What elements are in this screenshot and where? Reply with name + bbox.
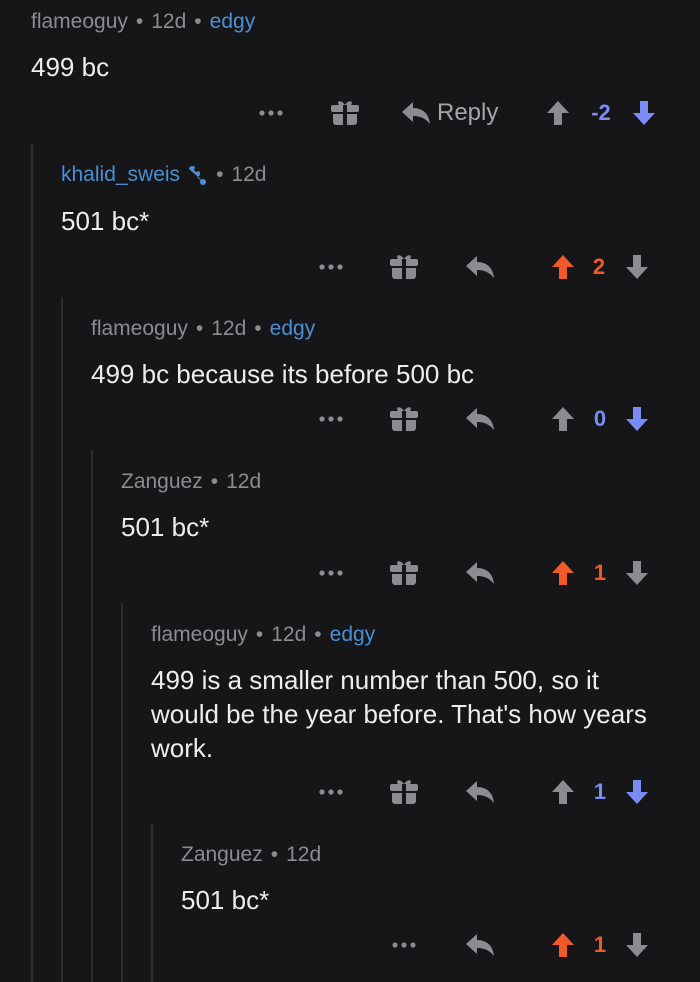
comment-age: 12d xyxy=(286,843,322,866)
thread-line-4[interactable] xyxy=(121,603,123,982)
reply-icon[interactable] xyxy=(465,556,495,590)
comment-author[interactable]: Zanguez xyxy=(121,470,203,494)
gift-icon[interactable] xyxy=(389,556,419,590)
user-flair: edgy xyxy=(209,10,256,33)
comment-body: 501 bc* xyxy=(181,885,270,915)
vote-score: 1 xyxy=(593,932,607,957)
downvote-icon[interactable] xyxy=(625,928,649,962)
comment-actions: 2 xyxy=(61,250,700,284)
reply-arrow-icon xyxy=(402,102,430,124)
reply-icon[interactable] xyxy=(465,402,495,436)
gift-icon[interactable] xyxy=(389,250,419,284)
comment: flameoguy • 12d • edgy 499 is a smaller … xyxy=(151,623,700,813)
comment: khalid_sweis • 12d 501 bc* 2 xyxy=(61,163,700,283)
meta-separator: • xyxy=(216,163,224,186)
thread-line-3[interactable] xyxy=(91,450,93,982)
upvote-icon[interactable] xyxy=(546,96,570,130)
meta-separator: • xyxy=(255,623,264,646)
comment-actions: 1 xyxy=(151,775,700,809)
downvote-icon[interactable] xyxy=(625,775,649,809)
meta-separator: • xyxy=(195,317,204,340)
meta-separator: • xyxy=(270,843,279,866)
comment: Zanguez • 12d 501 bc* 1 xyxy=(181,843,700,973)
reply-label: Reply xyxy=(437,99,499,126)
downvote-icon[interactable] xyxy=(625,556,649,590)
thread-line-1[interactable] xyxy=(31,143,33,982)
meta-separator: • xyxy=(210,470,219,493)
vote-score: -2 xyxy=(591,100,611,125)
upvote-icon[interactable] xyxy=(551,775,575,809)
meta-separator: • xyxy=(135,10,144,33)
wrench-icon xyxy=(186,164,208,186)
comment-meta: Zanguez • 12d xyxy=(181,843,321,867)
comment-meta: flameoguy • 12d • edgy xyxy=(151,623,375,647)
comment-age: 12d xyxy=(211,317,247,340)
vote-score: 2 xyxy=(592,254,606,279)
comment-body: 499 bc xyxy=(31,52,110,82)
reply-button[interactable]: Reply xyxy=(401,96,498,130)
comment-author[interactable]: flameoguy xyxy=(151,623,248,647)
more-options-icon[interactable] xyxy=(316,775,346,809)
comment-age: 12d xyxy=(226,470,262,493)
gift-icon[interactable] xyxy=(389,402,419,436)
comment-age: 12d xyxy=(151,10,187,33)
gift-icon[interactable] xyxy=(389,775,419,809)
reply-icon[interactable] xyxy=(465,928,495,962)
comment: flameoguy • 12d • edgy 499 bc Reply -2 xyxy=(31,10,700,130)
comment-author[interactable]: khalid_sweis xyxy=(61,163,180,187)
comment-actions: Reply -2 xyxy=(31,96,700,130)
vote-score: 1 xyxy=(593,560,607,585)
more-options-icon[interactable] xyxy=(389,928,419,962)
thread-line-2[interactable] xyxy=(61,297,63,982)
upvote-icon[interactable] xyxy=(551,402,575,436)
user-flair: edgy xyxy=(329,623,376,646)
comment-author[interactable]: Zanguez xyxy=(181,843,263,867)
upvote-icon[interactable] xyxy=(551,250,575,284)
comment-meta: flameoguy • 12d • edgy xyxy=(91,317,315,341)
comment: flameoguy • 12d • edgy 499 bc because it… xyxy=(91,317,700,437)
downvote-icon[interactable] xyxy=(625,250,649,284)
downvote-icon[interactable] xyxy=(632,96,656,130)
vote-score: 0 xyxy=(593,406,607,431)
meta-separator: • xyxy=(194,10,202,33)
comment-actions: 1 xyxy=(181,928,700,962)
meta-separator: • xyxy=(254,317,262,340)
more-options-icon[interactable] xyxy=(316,556,346,590)
more-options-icon[interactable] xyxy=(256,96,286,130)
reply-icon[interactable] xyxy=(465,775,495,809)
upvote-icon[interactable] xyxy=(551,928,575,962)
upvote-icon[interactable] xyxy=(551,556,575,590)
vote-score: 1 xyxy=(593,779,607,804)
reply-icon[interactable] xyxy=(465,250,495,284)
thread-line-5[interactable] xyxy=(151,823,153,982)
comment-actions: 0 xyxy=(91,402,700,436)
comment-meta: khalid_sweis • 12d xyxy=(61,163,266,187)
comment-author[interactable]: flameoguy xyxy=(91,317,188,341)
comment-body: 499 is a smaller number than 500, so it … xyxy=(151,665,647,763)
comment-body: 501 bc* xyxy=(121,512,210,542)
comment-age: 12d xyxy=(231,163,267,186)
comment: Zanguez • 12d 501 bc* 1 xyxy=(121,470,700,590)
comment-author[interactable]: flameoguy xyxy=(31,10,128,34)
comment-age: 12d xyxy=(271,623,307,646)
meta-separator: • xyxy=(314,623,322,646)
comment-body: 501 bc* xyxy=(61,206,150,236)
comment-meta: Zanguez • 12d xyxy=(121,470,261,494)
user-flair: edgy xyxy=(269,317,316,340)
comment-actions: 1 xyxy=(121,556,700,590)
gift-icon[interactable] xyxy=(330,96,360,130)
more-options-icon[interactable] xyxy=(316,402,346,436)
comment-body: 499 bc because its before 500 bc xyxy=(91,359,475,389)
downvote-icon[interactable] xyxy=(625,402,649,436)
comment-meta: flameoguy • 12d • edgy xyxy=(31,10,255,34)
more-options-icon[interactable] xyxy=(316,250,346,284)
